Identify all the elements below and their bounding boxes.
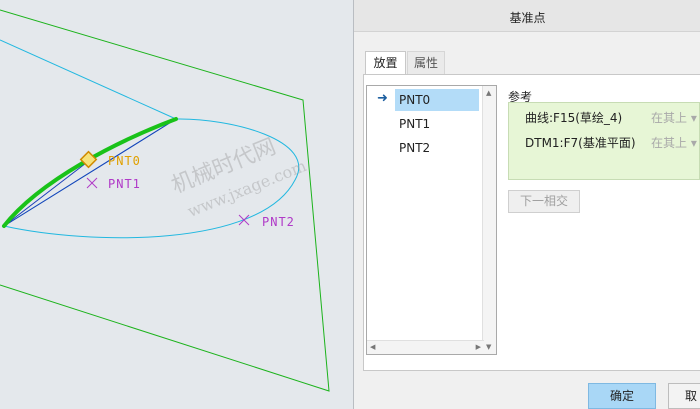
scroll-right-icon[interactable]: ▶: [476, 343, 481, 351]
reference-curve[interactable]: 曲线:F15(草绘_4): [525, 107, 622, 129]
scroll-left-icon[interactable]: ◀: [370, 343, 375, 351]
pnt1-label: PNT1: [108, 177, 141, 191]
arrow-right-icon: ➜: [377, 91, 388, 106]
list-vertical-scrollbar[interactable]: ▲ ▼: [482, 86, 496, 354]
chevron-down-icon: ▾: [690, 136, 697, 150]
dialog-title: 基准点: [509, 11, 546, 25]
list-item-pnt0[interactable]: PNT0: [395, 89, 479, 111]
watermark: 机械时代网 www.jxage.com: [168, 134, 309, 221]
cad-viewport[interactable]: PNT0 PNT1 PNT2 机械时代网 www.jxage.com: [0, 0, 355, 409]
tab-properties[interactable]: 属性: [407, 51, 445, 75]
reference-curve-constraint[interactable]: 在其上 ▾: [651, 107, 697, 129]
pnt1-marker[interactable]: [86, 177, 98, 189]
model-graphics: PNT0 PNT1 PNT2 机械时代网 www.jxage.com: [0, 9, 330, 392]
chord-line-a: [3, 118, 177, 227]
datum-plane-edge: [0, 9, 330, 392]
tab-placement[interactable]: 放置: [365, 51, 406, 75]
reference-plane[interactable]: DTM1:F7(基准平面): [525, 132, 636, 154]
scroll-up-icon[interactable]: ▲: [486, 89, 491, 97]
chevron-down-icon: ▾: [690, 111, 697, 125]
next-intersection-button[interactable]: 下一相交: [508, 190, 580, 213]
ok-button[interactable]: 确定: [588, 383, 656, 409]
reference-plane-constraint[interactable]: 在其上 ▾: [651, 132, 697, 154]
pnt2-label: PNT2: [262, 215, 295, 229]
pnt2-marker[interactable]: [238, 214, 250, 226]
scroll-down-icon[interactable]: ▼: [486, 343, 491, 351]
pnt0-label: PNT0: [108, 154, 141, 168]
list-item-pnt2[interactable]: PNT2: [395, 137, 479, 159]
curve-line: [0, 39, 177, 120]
list-item-pnt1[interactable]: PNT1: [395, 113, 479, 135]
cancel-button[interactable]: 取消: [668, 383, 700, 409]
dialog-titlebar[interactable]: 基准点: [354, 0, 700, 32]
references-collector[interactable]: 曲线:F15(草绘_4) 在其上 ▾ DTM1:F7(基准平面) 在其上 ▾: [508, 102, 700, 180]
list-horizontal-scrollbar[interactable]: ◀ ▶: [367, 340, 484, 354]
chord-line-b: [3, 159, 91, 227]
point-list[interactable]: ➜ PNT0 PNT1 PNT2 ▲ ▼ ◀ ▶: [366, 85, 497, 355]
